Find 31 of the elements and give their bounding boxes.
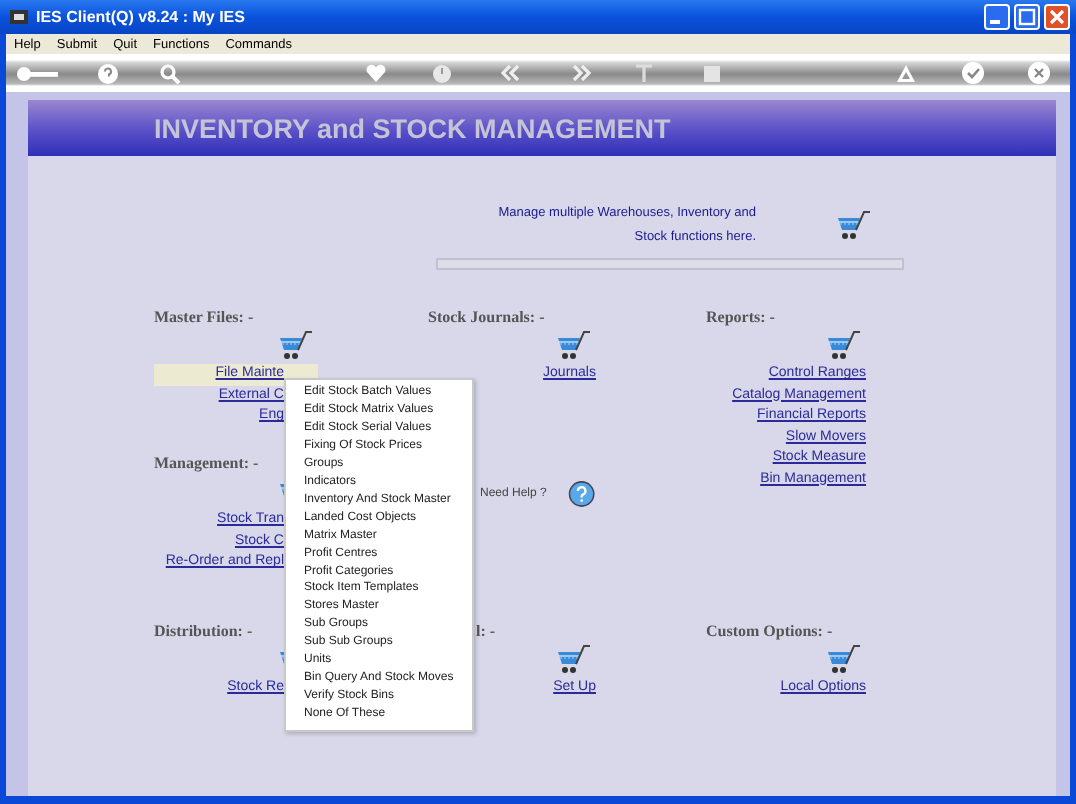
- cart-icon: [826, 644, 862, 676]
- double-right-arrow-icon[interactable]: [572, 64, 592, 82]
- close-icon: [1048, 8, 1066, 26]
- key-icon[interactable]: [16, 65, 60, 81]
- page-title: INVENTORY and STOCK MANAGEMENT: [154, 113, 671, 143]
- double-left-arrow-icon[interactable]: [500, 64, 520, 82]
- app-icon: [8, 6, 30, 28]
- minimize-button[interactable]: [984, 4, 1010, 30]
- maximize-button[interactable]: [1014, 4, 1040, 30]
- help-icon[interactable]: [568, 476, 596, 512]
- cart-icon: [826, 330, 862, 362]
- section-heading: l: -: [476, 622, 496, 642]
- section-heading: Custom Options: -: [706, 622, 833, 642]
- maximize-icon: [1018, 8, 1036, 26]
- check-icon[interactable]: [962, 62, 984, 84]
- power-icon[interactable]: [432, 63, 452, 83]
- close-button[interactable]: [1044, 4, 1070, 30]
- section-heading: Stock Journals: -: [428, 308, 545, 328]
- section-heading: Master Files: -: [154, 308, 254, 328]
- section-heading: Management: -: [154, 454, 259, 474]
- close-icon[interactable]: [1028, 62, 1050, 84]
- section-heading: Distribution: -: [154, 622, 253, 642]
- cart-icon: [836, 210, 872, 242]
- window-title: IES Client(Q) v8.24 : My IES: [36, 8, 247, 26]
- cart-icon: [556, 644, 592, 676]
- cart-icon: [556, 330, 592, 362]
- cart-icon: [278, 330, 314, 362]
- t-shape-icon[interactable]: [636, 64, 652, 82]
- section-heading: Reports: -: [706, 308, 775, 328]
- search-icon[interactable]: [160, 63, 180, 83]
- heart-icon[interactable]: [366, 64, 386, 82]
